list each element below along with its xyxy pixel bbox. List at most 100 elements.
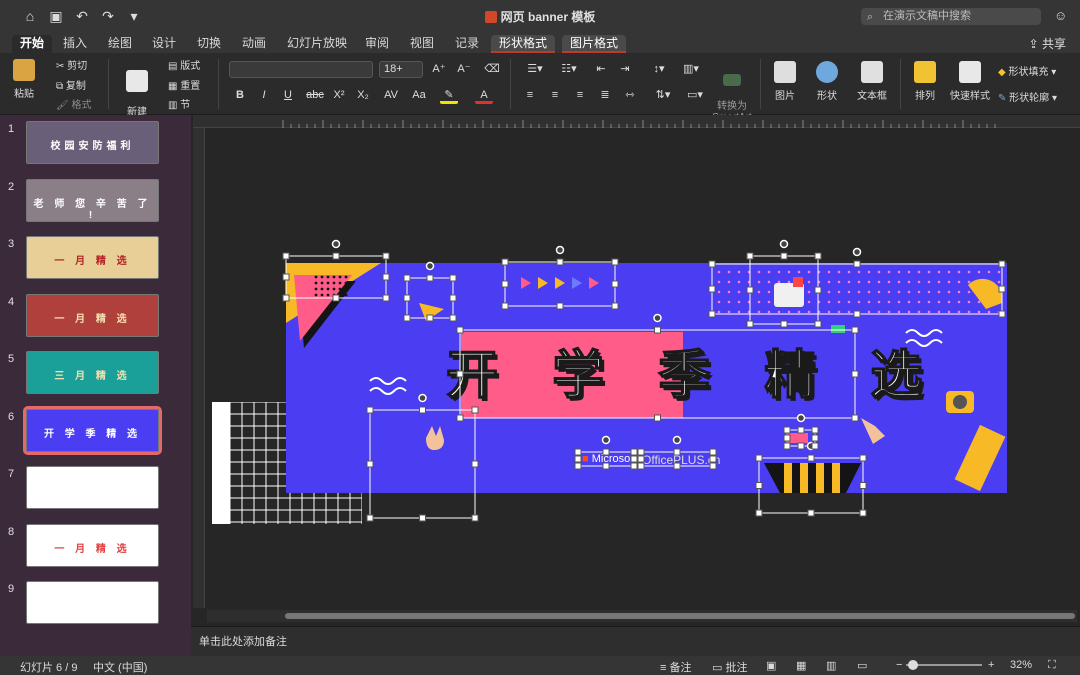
resize-handle[interactable] <box>673 448 681 456</box>
resize-handle[interactable] <box>859 509 867 517</box>
slide-thumbnail[interactable] <box>26 466 159 509</box>
resize-handle[interactable] <box>814 252 822 260</box>
slide-thumbnail[interactable]: 开 学 季 精 选 <box>23 405 162 455</box>
resize-handle[interactable] <box>611 258 619 266</box>
resize-handle[interactable] <box>574 462 582 470</box>
font-color-icon[interactable]: A <box>475 87 493 104</box>
resize-handle[interactable] <box>853 310 861 318</box>
resize-handle[interactable] <box>755 482 763 489</box>
tab-shape-format[interactable]: 形状格式 <box>491 35 556 53</box>
resize-handle[interactable] <box>709 462 717 470</box>
layout-button[interactable]: ▤ 版式 <box>168 57 200 72</box>
zoom-level[interactable]: 32% <box>1010 659 1032 671</box>
selection-box[interactable] <box>406 277 454 319</box>
reading-view-icon[interactable]: ▥ <box>826 659 836 672</box>
resize-handle[interactable] <box>853 260 861 268</box>
tab-animations[interactable]: 动画 <box>234 35 274 53</box>
resize-handle[interactable] <box>814 286 822 294</box>
resize-handle[interactable] <box>282 252 290 260</box>
resize-handle[interactable] <box>807 454 815 462</box>
resize-handle[interactable] <box>611 280 619 288</box>
resize-handle[interactable] <box>602 448 610 456</box>
resize-handle[interactable] <box>708 260 716 268</box>
resize-handle[interactable] <box>501 258 509 266</box>
selection-box[interactable] <box>504 261 616 307</box>
resize-handle[interactable] <box>780 252 788 260</box>
resize-handle[interactable] <box>456 326 464 334</box>
copy-button[interactable]: ⧉ 复制 <box>56 77 86 92</box>
resize-handle[interactable] <box>611 302 619 310</box>
resize-handle[interactable] <box>708 285 716 293</box>
resize-handle[interactable] <box>811 426 819 434</box>
rotate-handle[interactable] <box>601 435 611 445</box>
resize-handle[interactable] <box>814 320 822 328</box>
increase-indent-icon[interactable]: ⇥ <box>616 61 634 78</box>
resize-handle[interactable] <box>859 482 867 489</box>
resize-handle[interactable] <box>630 448 638 456</box>
resize-handle[interactable] <box>637 455 645 463</box>
resize-handle[interactable] <box>426 314 434 322</box>
resize-handle[interactable] <box>630 455 638 463</box>
selection-box[interactable] <box>369 409 476 519</box>
save-icon[interactable]: ▣ <box>48 8 64 24</box>
resize-handle[interactable] <box>654 414 661 422</box>
subscript-button[interactable]: X₂ <box>354 87 372 104</box>
resize-handle[interactable] <box>403 314 411 322</box>
resize-handle[interactable] <box>382 273 390 281</box>
underline-button[interactable]: U <box>279 87 297 104</box>
bold-button[interactable]: B <box>231 87 249 104</box>
search-input[interactable]: ⌕ 在演示文稿中搜索 <box>861 8 1041 25</box>
decrease-font-icon[interactable]: A⁻ <box>455 61 473 78</box>
resize-handle[interactable] <box>602 462 610 470</box>
tab-draw[interactable]: 绘图 <box>100 35 140 53</box>
superscript-button[interactable]: X² <box>330 87 348 104</box>
distribute-icon[interactable]: ⇿ <box>621 87 639 104</box>
font-name-combo[interactable] <box>229 61 373 78</box>
customize-toolbar-icon[interactable]: ▾ <box>126 8 142 24</box>
tab-record[interactable]: 记录 <box>447 35 487 53</box>
shape-outline-button[interactable]: ✎ 形状轮廓 ▾ <box>998 89 1057 104</box>
resize-handle[interactable] <box>556 258 564 266</box>
resize-handle[interactable] <box>366 514 374 522</box>
columns-icon[interactable]: ▥▾ <box>678 61 704 78</box>
resize-handle[interactable] <box>851 326 859 334</box>
resize-handle[interactable] <box>783 426 791 434</box>
highlight-icon[interactable]: ✎ <box>440 87 458 104</box>
slide-thumbnail[interactable]: 一 月 精 选 <box>26 236 159 279</box>
resize-handle[interactable] <box>366 406 374 414</box>
resize-handle[interactable] <box>746 320 754 328</box>
section-button[interactable]: ▥ 节 <box>168 96 190 111</box>
justify-icon[interactable]: ≣ <box>596 87 614 104</box>
arrange-button[interactable]: 排列 <box>910 61 940 102</box>
paste-button[interactable]: 粘贴 <box>10 59 38 100</box>
slideshow-icon[interactable]: ▭ <box>857 659 867 672</box>
strikethrough-button[interactable]: abc <box>303 87 327 104</box>
resize-handle[interactable] <box>709 448 717 456</box>
selection-box[interactable] <box>758 457 864 514</box>
tab-slideshow[interactable]: 幻灯片放映 <box>279 35 355 53</box>
change-case-button[interactable]: Aa <box>408 87 430 104</box>
rotate-handle[interactable] <box>331 239 341 249</box>
convert-smartart-button[interactable]: 转换为 SmartArt <box>710 63 754 123</box>
resize-handle[interactable] <box>654 326 661 334</box>
resize-handle[interactable] <box>574 455 582 463</box>
share-button[interactable]: ⇪ 共享 <box>1029 35 1066 52</box>
resize-handle[interactable] <box>673 462 681 470</box>
normal-view-icon[interactable]: ▣ <box>766 659 776 672</box>
resize-handle[interactable] <box>332 252 340 260</box>
resize-handle[interactable] <box>998 310 1006 318</box>
resize-handle[interactable] <box>851 414 859 422</box>
quick-styles-button[interactable]: 快速样式 <box>948 61 992 102</box>
resize-handle[interactable] <box>859 454 867 462</box>
fit-to-window-icon[interactable]: ⛶ <box>1048 659 1056 672</box>
rotate-handle[interactable] <box>796 413 806 423</box>
selection-box[interactable] <box>459 329 856 419</box>
notes-toggle[interactable]: ≡ 备注 <box>660 659 691 675</box>
resize-handle[interactable] <box>471 514 479 522</box>
slide-thumbnail[interactable] <box>26 581 159 624</box>
clear-format-icon[interactable]: ⌫ <box>483 61 501 78</box>
resize-handle[interactable] <box>403 294 411 302</box>
resize-handle[interactable] <box>783 434 791 442</box>
horizontal-scrollbar[interactable] <box>207 610 1077 622</box>
resize-handle[interactable] <box>456 414 464 422</box>
